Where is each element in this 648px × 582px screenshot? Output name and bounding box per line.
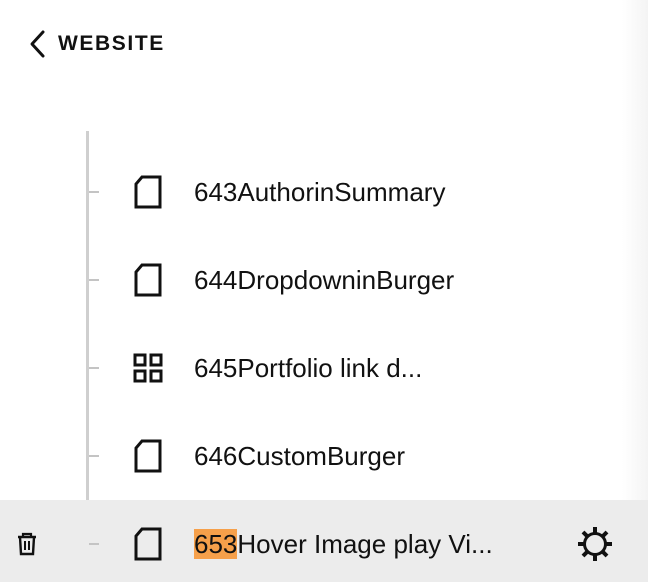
page-icon (132, 262, 164, 298)
page-item-label: 643AuthorinSummary (194, 177, 446, 207)
grid-icon (132, 350, 164, 386)
tree-tick (89, 279, 99, 281)
gear-icon[interactable] (576, 525, 614, 563)
page-item-653-selected[interactable]: 653Hover Image play Vi... (0, 500, 648, 582)
page-icon (132, 438, 164, 474)
chevron-left-icon (28, 29, 46, 59)
page-item-label: 653Hover Image play Vi... (194, 528, 493, 560)
page-item-label: 645Portfolio link d... (194, 353, 423, 383)
trash-icon[interactable] (14, 531, 40, 557)
back-to-website-button[interactable]: WEBSITE (28, 26, 165, 62)
tree-tick (89, 367, 99, 369)
tree-tick (89, 455, 99, 457)
page-list: 643AuthorinSummary 644DropdowninBurger 6… (0, 148, 648, 582)
back-label: WEBSITE (58, 32, 165, 55)
page-item-label-rest: Hover Image play Vi... (237, 529, 493, 559)
page-icon (132, 174, 164, 210)
website-pages-panel: WEBSITE 643AuthorinSummary 644Dropdownin… (0, 0, 648, 582)
page-item-label: 646CustomBurger (194, 441, 405, 471)
tree-tick (89, 543, 99, 545)
search-highlight: 653 (194, 529, 238, 559)
tree-tick (89, 191, 99, 193)
page-item-645[interactable]: 645Portfolio link d... (0, 324, 648, 412)
page-item-label: 644DropdowninBurger (194, 265, 455, 295)
page-item-643[interactable]: 643AuthorinSummary (0, 148, 648, 236)
page-icon (132, 526, 164, 562)
page-item-646[interactable]: 646CustomBurger (0, 412, 648, 500)
page-item-644[interactable]: 644DropdowninBurger (0, 236, 648, 324)
